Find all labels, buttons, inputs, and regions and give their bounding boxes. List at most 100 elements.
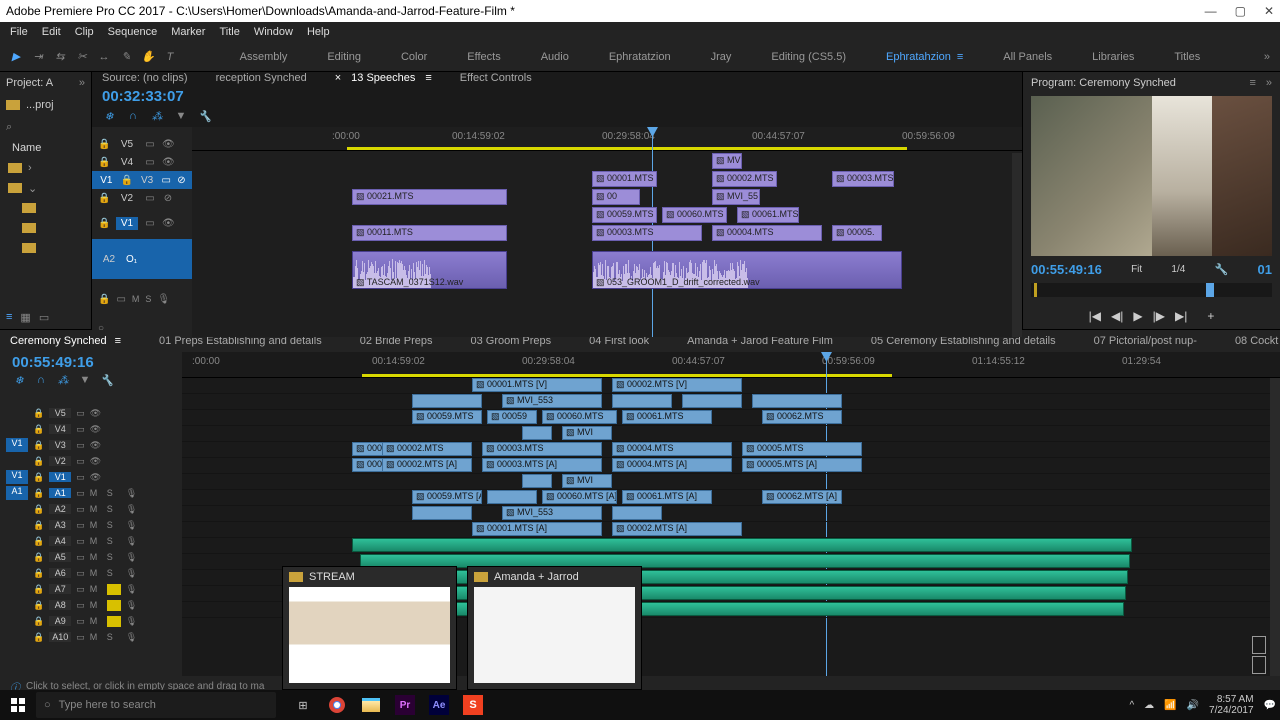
clip[interactable]: ▧ 00: [592, 189, 640, 205]
clip[interactable]: ▧ MVI: [562, 474, 612, 488]
project-name[interactable]: ...proj: [26, 99, 54, 111]
audio-track-header[interactable]: 🔒A3▭MS🎙: [0, 517, 182, 533]
video-track-header[interactable]: V1🔒V3▭👁: [0, 437, 182, 453]
start-button[interactable]: [4, 691, 32, 719]
clip[interactable]: ▧ 00003.MTS [A]: [482, 458, 602, 472]
play-icon[interactable]: ▶: [1133, 309, 1142, 323]
workspace-tab[interactable]: Ephratatzion: [609, 51, 671, 63]
clip[interactable]: ▧ 00011.MTS: [352, 225, 507, 241]
panel-overflow-icon[interactable]: »: [79, 77, 85, 89]
source-timecode[interactable]: 00:32:33:07: [92, 84, 222, 109]
clip[interactable]: ▧ 00004.MTS [A]: [612, 458, 732, 472]
clip[interactable]: ▧ 00062.MTS: [762, 410, 842, 424]
clip[interactable]: ▧ 00061.MTS: [622, 410, 712, 424]
workspace-tab[interactable]: Audio: [541, 51, 569, 63]
menu-help[interactable]: Help: [301, 24, 336, 40]
add-icon[interactable]: +: [1207, 309, 1214, 323]
search-box[interactable]: ○Type here to search: [36, 692, 276, 718]
premiere-icon[interactable]: Pr: [392, 692, 418, 718]
expand-icon[interactable]: ›: [28, 162, 32, 174]
clip[interactable]: [612, 506, 662, 520]
snagit-icon[interactable]: S: [460, 692, 486, 718]
wrench-icon[interactable]: 🔧: [198, 109, 212, 123]
clip[interactable]: ▧ 00004.MTS: [612, 442, 732, 456]
workspace-tab[interactable]: Editing (CS5.5): [771, 51, 846, 63]
clip[interactable]: ▧ 00003.MTS: [482, 442, 602, 456]
clip[interactable]: [522, 474, 552, 488]
record-indicator[interactable]: [1252, 636, 1280, 674]
clip[interactable]: ▧ 00002.MTS [A]: [612, 522, 742, 536]
clock[interactable]: 8:57 AM7/24/2017: [1209, 694, 1254, 716]
workspace-tab[interactable]: Titles: [1174, 51, 1200, 63]
audio-track-header[interactable]: 🔒A8▭M🎙: [0, 597, 182, 613]
clip[interactable]: ▧ 00004.MTS: [712, 225, 822, 241]
snap-icon[interactable]: ❄: [12, 373, 26, 387]
video-track-header[interactable]: 🔒V2▭👁: [0, 453, 182, 469]
workspace-tab[interactable]: Color: [401, 51, 427, 63]
sequence-tab[interactable]: 08 Cockt: [1235, 335, 1278, 347]
audio-track-header[interactable]: 🔒A6▭MS🎙: [0, 565, 182, 581]
source-tab[interactable]: ×13 Speeches≡: [335, 72, 432, 84]
clip[interactable]: ▧ 00062.MTS [A]: [762, 490, 842, 504]
menu-file[interactable]: File: [4, 24, 34, 40]
audio-clip[interactable]: [352, 538, 1132, 552]
panel-overflow-icon[interactable]: »: [1266, 77, 1272, 89]
slip-icon[interactable]: ↔: [96, 49, 112, 65]
workspace-tab[interactable]: Assembly: [240, 51, 288, 63]
collapse-icon[interactable]: ⌄: [28, 182, 37, 195]
sequence-timecode[interactable]: 00:55:49:16: [0, 352, 182, 373]
audio-track-header[interactable]: 🔒A2▭MS🎙: [0, 501, 182, 517]
clip[interactable]: ▧ 00001.MTS [V]: [472, 378, 602, 392]
clip[interactable]: ▧ 00059.MTS: [412, 410, 482, 424]
menu-title[interactable]: Title: [213, 24, 245, 40]
source-tab[interactable]: Source: (no clips): [102, 72, 188, 84]
aftereffects-icon[interactable]: Ae: [426, 692, 452, 718]
hand-icon[interactable]: ✋: [140, 49, 156, 65]
audio-clip[interactable]: ▧ TASCAM_0371S12.wav: [352, 251, 507, 289]
audio-track-header[interactable]: 🔒A4▭MS🎙: [0, 533, 182, 549]
clip[interactable]: [612, 394, 672, 408]
video-track-header[interactable]: 🔒V4▭👁: [0, 421, 182, 437]
type-icon[interactable]: T: [162, 49, 178, 65]
column-header-name[interactable]: Name: [0, 138, 91, 158]
track-select-icon[interactable]: ⇥: [30, 49, 46, 65]
workspace-tab[interactable]: Ephratahzion≡: [886, 51, 963, 63]
clip[interactable]: ▧ 00059.MTS [A]: [412, 490, 482, 504]
clip[interactable]: ▧ 00005.MTS [A]: [742, 458, 862, 472]
explorer-icon[interactable]: [358, 692, 384, 718]
audio-track-header[interactable]: A1🔒A1▭MS🎙: [0, 485, 182, 501]
menu-marker[interactable]: Marker: [165, 24, 211, 40]
clip[interactable]: ▧ MVI_553: [502, 506, 602, 520]
clip[interactable]: ▧ MVI_55: [712, 189, 760, 205]
maximize-icon[interactable]: ▢: [1235, 4, 1246, 18]
clip[interactable]: ▧ 00002.MTS [V]: [612, 378, 742, 392]
search-icon[interactable]: ⌕: [6, 121, 12, 134]
close-icon[interactable]: ✕: [1264, 4, 1274, 18]
menu-edit[interactable]: Edit: [36, 24, 67, 40]
clip[interactable]: ▧ 00059.MTS: [592, 207, 657, 223]
clip[interactable]: [412, 506, 472, 520]
volume-icon[interactable]: 🔊: [1187, 700, 1199, 711]
linked-icon[interactable]: ⁂: [56, 373, 70, 387]
clip[interactable]: ▧ 00003.MTS: [832, 171, 894, 187]
program-timecode[interactable]: 00:55:49:16: [1031, 262, 1102, 277]
selection-tool-icon[interactable]: ▶: [8, 49, 24, 65]
clip[interactable]: ▧ 00060.MTS: [662, 207, 727, 223]
onedrive-icon[interactable]: ☁: [1144, 700, 1154, 711]
icon-view-icon[interactable]: ▦: [20, 311, 30, 324]
clip[interactable]: ▧ 00005.MTS: [742, 442, 862, 456]
video-track-header[interactable]: V1🔒V1▭👁: [0, 469, 182, 485]
magnet-icon[interactable]: ∩: [126, 109, 140, 123]
sequence-tab[interactable]: Ceremony Synched≡: [10, 335, 121, 347]
clip[interactable]: ▧ 00001.MTS [A]: [472, 522, 602, 536]
magnet-icon[interactable]: ∩: [34, 373, 48, 387]
clip[interactable]: ▧ 00021.MTS: [352, 189, 507, 205]
linked-selection-icon[interactable]: ⁂: [150, 109, 164, 123]
menu-sequence[interactable]: Sequence: [102, 24, 164, 40]
pen-icon[interactable]: ✎: [118, 49, 134, 65]
task-preview[interactable]: STREAM: [282, 566, 457, 690]
menu-window[interactable]: Window: [248, 24, 299, 40]
program-scrubber[interactable]: [1031, 283, 1272, 297]
settings-icon[interactable]: 🔧: [1215, 263, 1229, 276]
wifi-icon[interactable]: 📶: [1164, 700, 1176, 711]
